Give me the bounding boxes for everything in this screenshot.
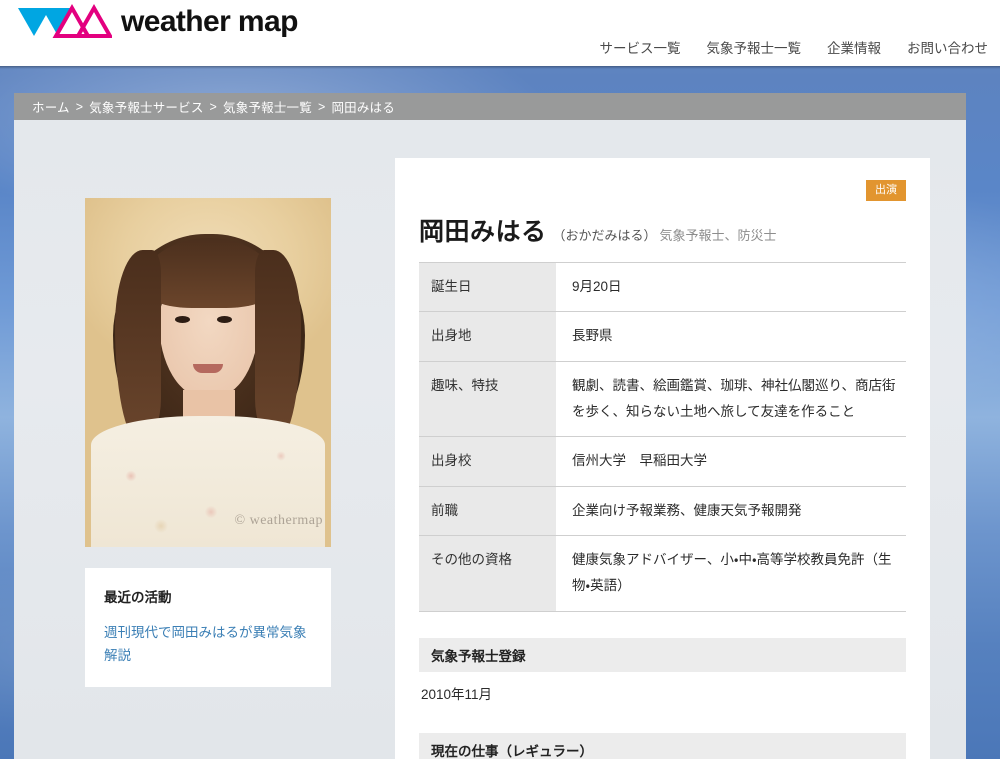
left-column: © weathermap 最近の活動 週刊現代で岡田みはるが異常気象解説	[85, 198, 331, 687]
nav-service-list[interactable]: サービス一覧	[600, 37, 681, 57]
nav-forecaster-list[interactable]: 気象予報士一覧	[707, 37, 802, 57]
table-value-school: 信州大学 早稲田大学	[556, 437, 906, 486]
breadcrumb-separator: >	[76, 100, 84, 114]
table-row: 出身校 信州大学 早稲田大学	[419, 437, 906, 486]
badge-row: 出演	[419, 180, 906, 198]
section-body-registration: 2010年11月	[419, 672, 906, 708]
forecaster-name-kana: （おかだみはる）	[553, 225, 657, 244]
recent-activity-title: 最近の活動	[104, 586, 312, 606]
table-row: 前職 企業向け予報業務、健康天気予報開発	[419, 486, 906, 535]
table-label-previous-job: 前職	[419, 486, 556, 535]
page-title: 岡田みはる （おかだみはる） 気象予報士、防災士	[419, 212, 906, 248]
table-label-birthday: 誕生日	[419, 263, 556, 312]
table-label-school: 出身校	[419, 437, 556, 486]
breadcrumb-item-forecaster-service[interactable]: 気象予報士サービス	[89, 97, 203, 116]
table-value-hobbies: 観劇、読書、絵画鑑賞、珈琲、神社仏閣巡り、商店街を歩く、知らない土地へ旅して友達…	[556, 361, 906, 437]
breadcrumb-item-current: 岡田みはる	[331, 97, 395, 116]
nav-company-info[interactable]: 企業情報	[827, 37, 881, 57]
registration-date: 2010年11月	[421, 683, 906, 708]
site-logo-text: weather map	[121, 7, 298, 37]
table-value-birthday: 9月20日	[556, 263, 906, 312]
table-value-other-qualifications: 健康気象アドバイザー、小・中・高等学校教員免許（生物・英語）	[556, 535, 906, 611]
table-label-other-qualifications: その他の資格	[419, 535, 556, 611]
weathermap-triangles-logo-icon	[16, 2, 112, 42]
breadcrumb-separator: >	[210, 100, 218, 114]
photo-watermark: © weathermap	[234, 513, 323, 529]
table-row: 出身地 長野県	[419, 312, 906, 361]
profile-table: 誕生日 9月20日 出身地 長野県 趣味、特技 観劇、読書、絵画鑑賞、珈琲、神社…	[419, 262, 906, 612]
breadcrumb-item-forecaster-list[interactable]: 気象予報士一覧	[223, 97, 312, 116]
forecaster-name: 岡田みはる	[419, 212, 547, 248]
portrait-eye-right	[217, 316, 232, 323]
section-heading-registration: 気象予報士登録	[419, 638, 906, 672]
table-row: その他の資格 健康気象アドバイザー、小・中・高等学校教員免許（生物・英語）	[419, 535, 906, 611]
breadcrumb-item-home[interactable]: ホーム	[32, 97, 70, 116]
table-label-birthplace: 出身地	[419, 312, 556, 361]
section-heading-current-work: 現在の仕事（レギュラー）	[419, 733, 906, 759]
portrait-eye-left	[175, 316, 190, 323]
portrait-hair-left	[115, 250, 161, 440]
forecaster-portrait-photo: © weathermap	[85, 198, 331, 547]
portrait-mouth	[193, 364, 223, 373]
page-container: ホーム > 気象予報士サービス > 気象予報士一覧 > 岡田みはる © weat…	[14, 93, 966, 759]
table-value-previous-job: 企業向け予報業務、健康天気予報開発	[556, 486, 906, 535]
table-value-birthplace: 長野県	[556, 312, 906, 361]
header-divider	[0, 66, 1000, 69]
site-header: weather map サービス一覧 気象予報士一覧 企業情報 お問い合わせ	[0, 0, 1000, 66]
status-badge: 出演	[866, 180, 906, 201]
table-row: 誕生日 9月20日	[419, 263, 906, 312]
breadcrumb-separator: >	[318, 100, 326, 114]
recent-activity-box: 最近の活動 週刊現代で岡田みはるが異常気象解説	[85, 568, 331, 687]
content-area: © weathermap 最近の活動 週刊現代で岡田みはるが異常気象解説 出演 …	[14, 120, 966, 759]
main-navigation: サービス一覧 気象予報士一覧 企業情報 お問い合わせ	[600, 37, 989, 57]
nav-contact[interactable]: お問い合わせ	[907, 37, 988, 57]
portrait-hair-right	[255, 250, 301, 440]
table-row: 趣味、特技 観劇、読書、絵画鑑賞、珈琲、神社仏閣巡り、商店街を歩く、知らない土地…	[419, 361, 906, 437]
breadcrumb: ホーム > 気象予報士サービス > 気象予報士一覧 > 岡田みはる	[14, 93, 966, 120]
table-label-hobbies: 趣味、特技	[419, 361, 556, 437]
forecaster-role: 気象予報士、防災士	[660, 225, 777, 244]
site-logo[interactable]: weather map	[16, 2, 298, 42]
recent-activity-link[interactable]: 週刊現代で岡田みはるが異常気象解説	[104, 621, 312, 667]
profile-panel: 出演 岡田みはる （おかだみはる） 気象予報士、防災士 誕生日 9月20日 出身…	[395, 158, 930, 759]
